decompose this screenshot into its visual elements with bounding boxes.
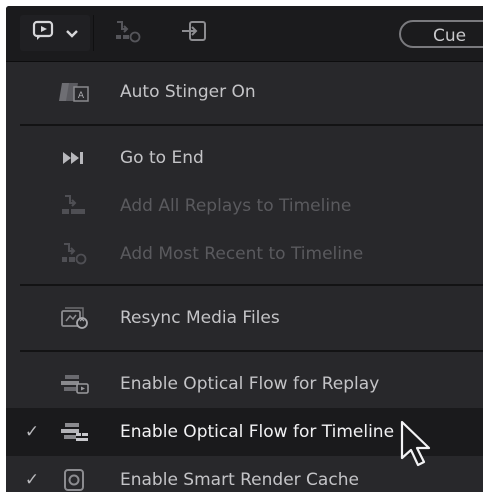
add-recent-timeline-button[interactable] xyxy=(110,15,146,51)
menu-item-label: Enable Optical Flow for Timeline xyxy=(120,422,395,442)
toolbar: Cue xyxy=(6,6,483,62)
checkmark-icon: ✓ xyxy=(24,422,40,442)
menu-item-add-most-recent[interactable]: Add Most Recent to Timeline xyxy=(6,230,483,278)
menu-item-label: Add Most Recent to Timeline xyxy=(120,244,364,264)
menu-divider xyxy=(20,124,483,126)
add-recent-timeline-icon xyxy=(113,18,143,48)
menu-item-label: Auto Stinger On xyxy=(120,82,256,102)
menu-item-optical-flow-replay[interactable]: Enable Optical Flow for Replay xyxy=(6,360,483,408)
menu-item-add-all-replays[interactable]: Add All Replays to Timeline xyxy=(6,182,483,230)
stinger-icon: A xyxy=(58,79,90,105)
menu-item-go-to-end[interactable]: Go to End xyxy=(6,134,483,182)
menu-item-auto-stinger[interactable]: A Auto Stinger On xyxy=(6,68,483,116)
menu-divider xyxy=(20,284,483,286)
menu-item-label: Go to End xyxy=(120,148,204,168)
cue-button[interactable]: Cue xyxy=(399,20,483,48)
mouse-pointer-icon xyxy=(399,420,433,472)
menu-item-label: Enable Smart Render Cache xyxy=(120,470,359,490)
render-cache-icon xyxy=(58,467,90,492)
chevron-down-icon xyxy=(65,24,79,43)
add-all-timeline-icon xyxy=(58,193,90,219)
menu-item-label: Add All Replays to Timeline xyxy=(120,196,352,216)
go-to-end-icon xyxy=(58,145,90,171)
import-icon xyxy=(179,18,209,48)
replay-menu-button[interactable] xyxy=(20,15,90,51)
add-recent-timeline-icon xyxy=(58,241,90,267)
import-button[interactable] xyxy=(176,15,212,51)
menu-divider xyxy=(20,350,483,352)
svg-text:A: A xyxy=(78,91,85,101)
toolbar-divider xyxy=(93,15,94,51)
menu-item-resync-media[interactable]: Resync Media Files xyxy=(6,294,483,342)
replay-window: Cue A Auto Stinger On Go to End Add All … xyxy=(6,6,483,492)
optical-flow-timeline-icon xyxy=(58,419,90,445)
checkmark-icon: ✓ xyxy=(24,470,40,490)
menu-item-label: Resync Media Files xyxy=(120,308,280,328)
menu-item-label: Enable Optical Flow for Replay xyxy=(120,374,380,394)
optical-flow-replay-icon xyxy=(58,371,90,397)
resync-media-icon xyxy=(58,305,90,331)
replay-menu-icon xyxy=(31,19,57,47)
